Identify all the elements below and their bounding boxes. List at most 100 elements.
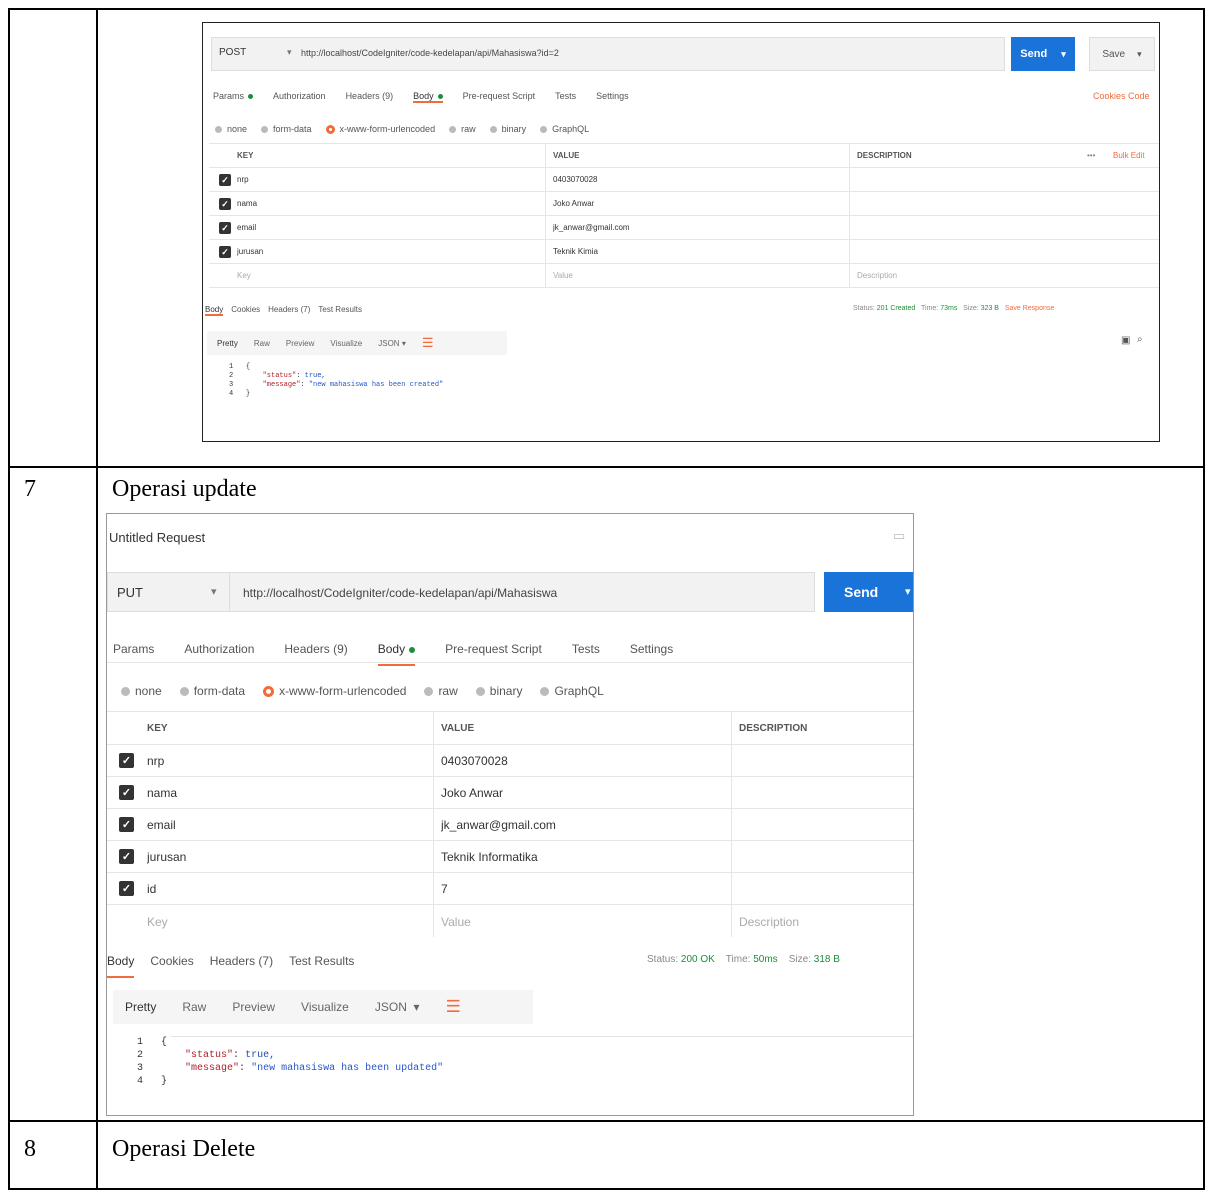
tab-headers[interactable]: Headers (9) xyxy=(346,91,394,103)
radio-graphql[interactable]: GraphQL xyxy=(540,684,604,698)
checkbox-checked[interactable]: ✓ xyxy=(119,849,134,864)
response-tab-test-results[interactable]: Test Results xyxy=(318,305,362,316)
format-visualize[interactable]: Visualize xyxy=(301,1000,349,1014)
checkbox-checked[interactable]: ✓ xyxy=(219,174,231,186)
param-value[interactable]: 0403070028 xyxy=(441,745,508,776)
method-select[interactable]: POST xyxy=(219,47,246,58)
url-input[interactable]: http://localhost/CodeIgniter/code-kedela… xyxy=(243,586,803,600)
save-response-button[interactable]: Save Response xyxy=(1005,305,1054,312)
checkbox-checked[interactable]: ✓ xyxy=(219,198,231,210)
format-raw[interactable]: Raw xyxy=(182,1000,206,1014)
radio-form-data[interactable]: form-data xyxy=(179,684,245,698)
checkbox-checked[interactable]: ✓ xyxy=(219,222,231,234)
tab-pre-request-script[interactable]: Pre-request Script xyxy=(463,91,536,103)
column-header-key: KEY xyxy=(237,151,254,160)
tab-pre-request-script[interactable]: Pre-request Script xyxy=(445,642,542,666)
bulk-edit-link[interactable]: Bulk Edit xyxy=(1113,144,1145,167)
value-placeholder[interactable]: Value xyxy=(553,264,573,287)
checkbox-checked[interactable]: ✓ xyxy=(119,881,134,896)
save-button[interactable]: Save ▾ xyxy=(1089,37,1155,71)
radio-raw[interactable]: raw xyxy=(424,684,458,698)
tab-authorization[interactable]: Authorization xyxy=(184,642,254,666)
checkbox-checked[interactable]: ✓ xyxy=(219,246,231,258)
json-select[interactable]: JSON ▾ xyxy=(378,339,406,348)
tab-authorization[interactable]: Authorization xyxy=(273,91,326,103)
radio-binary[interactable]: binary xyxy=(489,124,526,134)
wrap-lines-icon[interactable]: ☰ xyxy=(446,997,461,1017)
url-input[interactable]: http://localhost/CodeIgniter/code-kedela… xyxy=(301,48,981,58)
response-tab-test-results[interactable]: Test Results xyxy=(289,954,354,978)
radio-none[interactable]: none xyxy=(215,124,247,134)
param-key[interactable]: id xyxy=(147,873,156,904)
param-value[interactable]: Teknik Informatika xyxy=(441,841,538,872)
format-visualize[interactable]: Visualize xyxy=(330,339,362,348)
method-select[interactable]: PUT xyxy=(117,585,143,600)
checkbox-checked[interactable]: ✓ xyxy=(119,753,134,768)
radio-binary[interactable]: binary xyxy=(475,684,522,698)
response-tab-body[interactable]: Body xyxy=(107,954,135,978)
chevron-down-icon[interactable]: ▾ xyxy=(211,585,217,598)
param-value[interactable]: jk_anwar@gmail.com xyxy=(553,216,630,239)
param-value[interactable]: jk_anwar@gmail.com xyxy=(441,809,556,840)
response-tab-cookies[interactable]: Cookies xyxy=(150,954,193,978)
description-placeholder[interactable]: Description xyxy=(739,905,799,938)
format-preview[interactable]: Preview xyxy=(232,1000,275,1014)
format-raw[interactable]: Raw xyxy=(254,339,270,348)
tab-settings[interactable]: Settings xyxy=(630,642,673,666)
param-key[interactable]: email xyxy=(237,216,256,239)
tab-tests[interactable]: Tests xyxy=(555,91,576,103)
checkbox-checked[interactable]: ✓ xyxy=(119,817,134,832)
wrap-lines-icon[interactable]: ☰ xyxy=(422,335,434,351)
value-placeholder[interactable]: Value xyxy=(441,905,471,938)
radio-form-data[interactable]: form-data xyxy=(261,124,312,134)
param-key[interactable]: jurusan xyxy=(237,240,263,263)
copy-icon[interactable]: ▣ xyxy=(1121,335,1130,346)
search-icon[interactable]: ⌕ xyxy=(1137,334,1143,345)
format-pretty[interactable]: Pretty xyxy=(217,339,238,348)
param-value[interactable]: Joko Anwar xyxy=(441,777,503,808)
param-key[interactable]: nama xyxy=(147,777,177,808)
cookies-code-links[interactable]: Cookies Code xyxy=(1093,91,1150,101)
request-title[interactable]: Untitled Request xyxy=(109,530,205,545)
json-select[interactable]: JSON ▾ xyxy=(375,1000,420,1014)
chevron-down-icon[interactable]: ▾ xyxy=(287,47,292,58)
format-preview[interactable]: Preview xyxy=(286,339,314,348)
radio-none[interactable]: none xyxy=(121,684,162,698)
response-tab-body[interactable]: Body xyxy=(205,305,224,316)
param-key[interactable]: nrp xyxy=(147,745,164,776)
param-key[interactable]: nrp xyxy=(237,168,249,191)
param-key[interactable]: email xyxy=(147,809,176,840)
tab-body[interactable]: Body xyxy=(413,91,443,103)
chevron-down-icon[interactable]: ▾ xyxy=(1061,49,1066,60)
tab-headers[interactable]: Headers (9) xyxy=(284,642,347,666)
param-value[interactable]: Joko Anwar xyxy=(553,192,594,215)
tab-body[interactable]: Body xyxy=(377,642,416,666)
comment-icon[interactable]: ▭ xyxy=(893,528,905,544)
param-key[interactable]: jurusan xyxy=(147,841,186,872)
description-placeholder[interactable]: Description xyxy=(857,264,897,287)
response-tab-cookies[interactable]: Cookies xyxy=(231,305,260,316)
tab-settings[interactable]: Settings xyxy=(596,91,629,103)
tab-params[interactable]: Params xyxy=(113,642,154,666)
more-icon[interactable]: ••• xyxy=(1087,144,1095,167)
chevron-down-icon[interactable]: ▾ xyxy=(905,585,911,598)
param-key[interactable]: nama xyxy=(237,192,257,215)
param-value[interactable]: Teknik Kimia xyxy=(553,240,598,263)
format-pretty[interactable]: Pretty xyxy=(125,1000,156,1014)
response-tab-headers[interactable]: Headers (7) xyxy=(268,305,310,316)
tab-tests[interactable]: Tests xyxy=(572,642,600,666)
send-button[interactable]: Send ▾ xyxy=(1011,37,1075,71)
radio-x-www-form-urlencoded[interactable]: x-www-form-urlencoded xyxy=(325,124,435,135)
radio-graphql[interactable]: GraphQL xyxy=(540,124,589,134)
param-value[interactable]: 7 xyxy=(441,873,448,904)
response-tab-headers[interactable]: Headers (7) xyxy=(210,954,273,978)
radio-raw[interactable]: raw xyxy=(449,124,476,134)
chevron-down-icon[interactable]: ▾ xyxy=(1137,49,1142,60)
param-value[interactable]: 0403070028 xyxy=(553,168,598,191)
key-placeholder[interactable]: Key xyxy=(237,264,251,287)
checkbox-checked[interactable]: ✓ xyxy=(119,785,134,800)
send-button[interactable]: Send xyxy=(824,572,913,612)
tab-params[interactable]: Params xyxy=(213,91,254,103)
key-placeholder[interactable]: Key xyxy=(147,905,168,938)
radio-x-www-form-urlencoded[interactable]: x-www-form-urlencoded xyxy=(263,684,406,698)
